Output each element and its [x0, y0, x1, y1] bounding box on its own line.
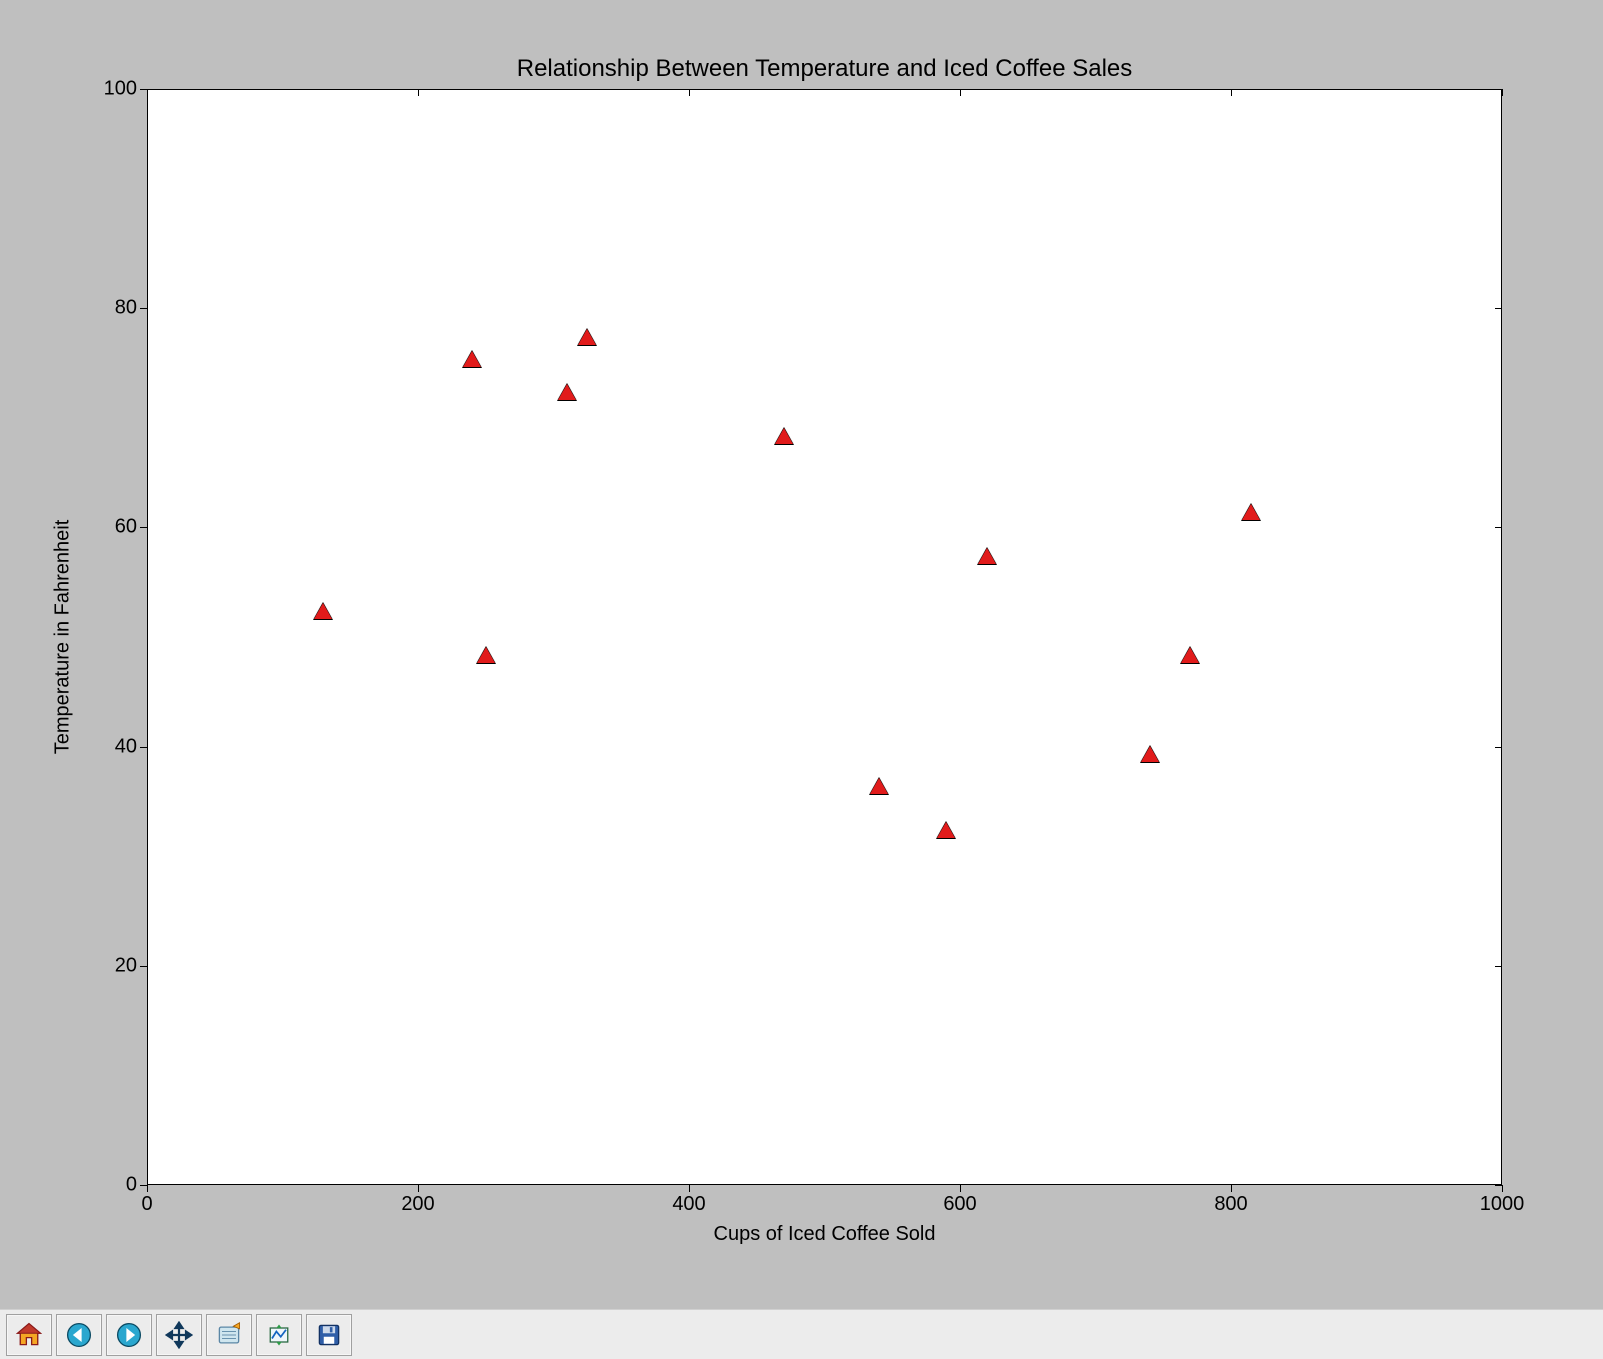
save-icon [315, 1321, 343, 1349]
y-tick [140, 308, 147, 309]
plot-area [147, 89, 1502, 1185]
y-tick [1495, 747, 1502, 748]
y-tick [1495, 966, 1502, 967]
x-tick [1502, 1185, 1503, 1192]
data-point-fill [870, 778, 888, 794]
x-tick-label: 0 [141, 1193, 152, 1216]
arrow-right-icon [115, 1321, 143, 1349]
data-point-fill [775, 428, 793, 444]
x-tick [418, 89, 419, 96]
y-tick [140, 966, 147, 967]
x-tick-label: 1000 [1480, 1193, 1525, 1216]
y-tick [1495, 527, 1502, 528]
arrow-left-icon [65, 1321, 93, 1349]
y-tick-label: 0 [126, 1174, 137, 1197]
y-tick-label: 40 [115, 735, 137, 758]
data-point-fill [558, 384, 576, 400]
x-tick [147, 1185, 148, 1192]
x-tick [689, 89, 690, 96]
x-tick [1231, 89, 1232, 96]
y-tick [140, 527, 147, 528]
y-tick-label: 100 [104, 78, 137, 101]
x-tick [1231, 1185, 1232, 1192]
y-tick [140, 747, 147, 748]
subplots-icon [215, 1321, 243, 1349]
x-tick-label: 800 [1214, 1193, 1247, 1216]
x-tick-label: 200 [401, 1193, 434, 1216]
y-tick [140, 89, 147, 90]
y-tick [1495, 1185, 1502, 1186]
figure-canvas: Relationship Between Temperature and Ice… [0, 0, 1603, 1309]
data-point-fill [1141, 746, 1159, 762]
back-button[interactable] [56, 1314, 102, 1356]
data-point-fill [978, 548, 996, 564]
chart-title: Relationship Between Temperature and Ice… [517, 55, 1133, 83]
y-tick [1495, 89, 1502, 90]
home-icon [15, 1321, 43, 1349]
x-tick [689, 1185, 690, 1192]
x-tick [960, 89, 961, 96]
save-button[interactable] [306, 1314, 352, 1356]
x-tick-label: 400 [672, 1193, 705, 1216]
data-point-fill [314, 603, 332, 619]
y-tick [140, 1185, 147, 1186]
move-icon [165, 1321, 193, 1349]
forward-button[interactable] [106, 1314, 152, 1356]
x-tick [147, 89, 148, 96]
data-point-fill [578, 329, 596, 345]
data-point-fill [937, 822, 955, 838]
y-axis-label: Temperature in Fahrenheit [52, 520, 75, 755]
data-point-fill [1242, 504, 1260, 520]
configure-subplots-button[interactable] [206, 1314, 252, 1356]
y-tick-label: 80 [115, 297, 137, 320]
y-tick [1495, 308, 1502, 309]
zoom-rect-icon [265, 1321, 293, 1349]
nav-toolbar [0, 1309, 1603, 1359]
zoom-button[interactable] [256, 1314, 302, 1356]
data-point-fill [1181, 647, 1199, 663]
pan-button[interactable] [156, 1314, 202, 1356]
x-tick [418, 1185, 419, 1192]
home-button[interactable] [6, 1314, 52, 1356]
x-tick [1502, 89, 1503, 96]
data-point-fill [463, 351, 481, 367]
x-axis-label: Cups of Iced Coffee Sold [714, 1223, 936, 1246]
data-point-fill [477, 647, 495, 663]
x-tick-label: 600 [943, 1193, 976, 1216]
y-tick-label: 60 [115, 516, 137, 539]
x-tick [960, 1185, 961, 1192]
y-tick-label: 20 [115, 954, 137, 977]
